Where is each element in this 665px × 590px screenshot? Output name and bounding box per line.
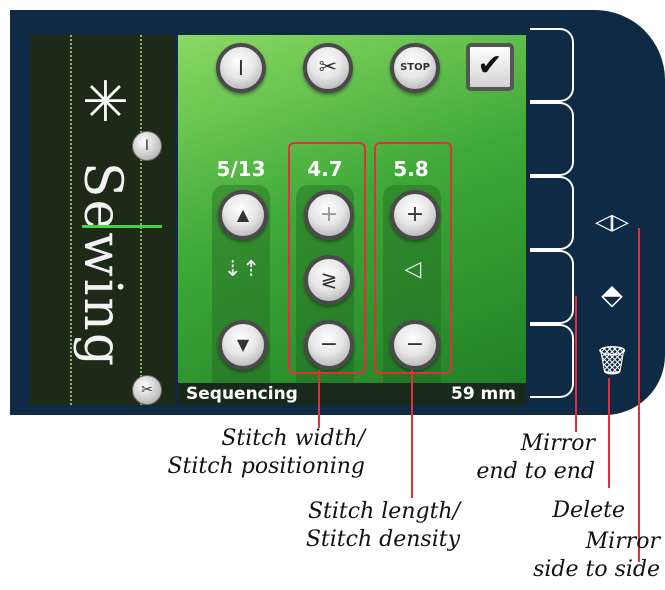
delete-leader-line xyxy=(608,378,610,488)
stitch-length-callout: Stitch length/ Stitch density xyxy=(305,499,460,552)
width-highlight xyxy=(288,142,366,374)
side-tab-5[interactable] xyxy=(530,324,574,398)
delete-callout: Delete xyxy=(552,498,625,523)
cut-thread-button[interactable]: ✂ xyxy=(303,43,353,93)
mirror-side-leader-line xyxy=(638,228,640,562)
mode-title: Sequencing xyxy=(186,384,298,404)
status-bar: Sequencing 59 mm xyxy=(178,383,526,405)
mirror-end-callout: Mirror end to end xyxy=(476,431,595,484)
mirror-end-leader-line xyxy=(575,296,577,432)
side-tab-2[interactable] xyxy=(530,102,574,176)
side-tab-1[interactable] xyxy=(530,28,574,102)
cursor-line xyxy=(82,225,162,228)
position-down-button[interactable]: ▼ xyxy=(218,320,268,370)
length-leader-line xyxy=(411,370,413,498)
side-tab-3[interactable] xyxy=(530,176,574,250)
delete-icon[interactable]: 🗑 xyxy=(592,344,632,377)
mirror-side-callout: Mirror side to side xyxy=(533,529,660,582)
confirm-checkbox[interactable]: ✔ xyxy=(466,43,514,91)
star-stitch-icon: ✳ xyxy=(82,70,129,135)
needle-position-icon[interactable]: I xyxy=(132,131,162,161)
scissors-icon[interactable]: ✂ xyxy=(132,375,162,405)
position-up-button[interactable]: ▲ xyxy=(218,190,268,240)
needle-up-button[interactable]: I xyxy=(216,43,266,93)
sequence-length: 59 mm xyxy=(450,384,516,404)
sewing-screen-frame: ✳ Sewing I ✂ I ✂ STOP ✔ 5/13 4.7 5.8 ▲ ⇣… xyxy=(10,10,665,415)
mirror-side-to-side-icon[interactable]: ◁▷ xyxy=(592,210,632,235)
stop-button[interactable]: STOP xyxy=(390,43,440,93)
length-highlight xyxy=(374,142,452,374)
stop-icon: STOP xyxy=(400,62,430,73)
stitch-width-callout: Stitch width/ Stitch positioning xyxy=(167,426,365,479)
needle-up-icon: I xyxy=(238,56,244,80)
sequence-text: Sewing xyxy=(72,161,132,369)
arrow-up-icon: ▲ xyxy=(236,205,250,224)
width-leader-line xyxy=(318,370,320,428)
stitch-position-value: 5/13 xyxy=(216,157,266,181)
side-tab-4[interactable] xyxy=(530,250,574,324)
mirror-end-to-end-icon[interactable]: ⬘ xyxy=(592,278,632,311)
arrow-down-icon: ▼ xyxy=(236,335,250,354)
sequence-preview[interactable]: ✳ Sewing I ✂ xyxy=(30,35,175,405)
dotted-guide-right xyxy=(140,35,142,405)
scissors-icon: ✂ xyxy=(318,55,338,80)
stitch-position-icon: ⇣⇡ xyxy=(223,257,261,282)
